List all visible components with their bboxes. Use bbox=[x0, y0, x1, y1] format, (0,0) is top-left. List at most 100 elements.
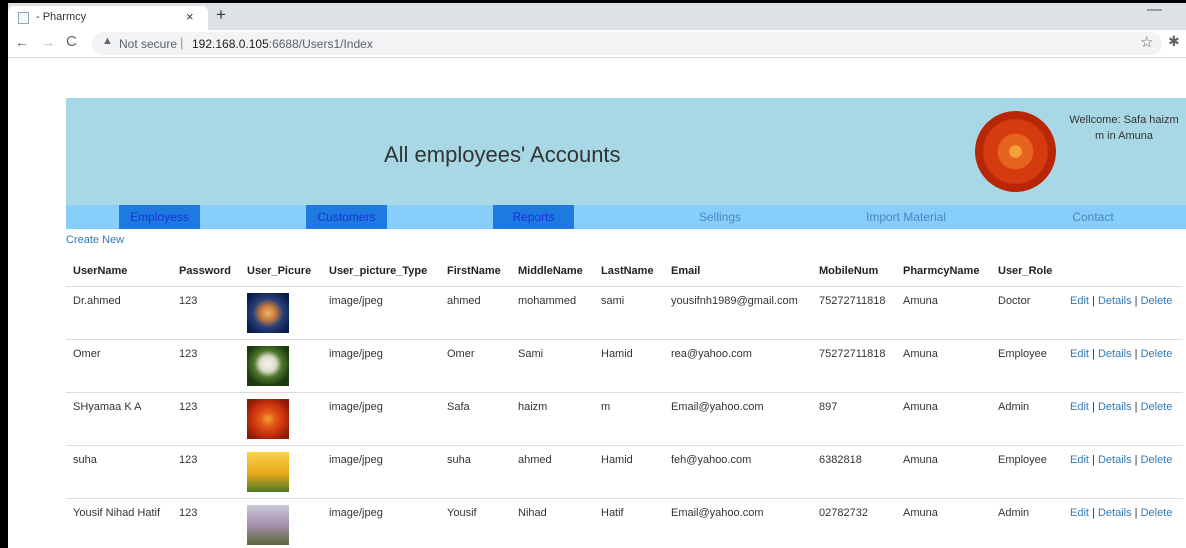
nav-item-reports[interactable]: Reports bbox=[493, 205, 574, 229]
cell-pharmacy: Amuna bbox=[896, 338, 991, 392]
column-header-actions bbox=[1063, 258, 1183, 287]
tab-close-icon[interactable]: × bbox=[186, 9, 194, 24]
edit-link[interactable]: Edit bbox=[1070, 454, 1089, 466]
nav-item-customers[interactable]: Customers bbox=[306, 205, 387, 229]
table-row: Yousif Nihad Hatif 123 image/jpeg Yousif Nih… bbox=[66, 497, 1183, 548]
action-separator: | bbox=[1134, 453, 1138, 466]
user-picture-blossom-tree bbox=[247, 504, 289, 545]
browser-tab-strip: - Pharmcy × + — bbox=[8, 1, 1186, 30]
cell-pharmacy: Amuna bbox=[896, 285, 991, 339]
cell-actions: Edit | Details | Delete bbox=[1063, 285, 1183, 339]
users-table: UserName Password User_Picure User_picture_… bbox=[66, 258, 1183, 548]
action-separator: | bbox=[1134, 347, 1138, 360]
cell-email: feh@yahoo.com bbox=[664, 444, 812, 498]
page-favicon-icon bbox=[18, 12, 29, 24]
cell-picture-type: image/jpeg bbox=[322, 497, 440, 548]
cell-username: Omer bbox=[66, 338, 172, 392]
delete-link[interactable]: Delete bbox=[1141, 454, 1173, 466]
security-label[interactable]: Not secure bbox=[119, 37, 177, 51]
nav-item-import-material[interactable]: Import Material bbox=[846, 205, 966, 229]
cell-last-name: sami bbox=[594, 285, 664, 339]
details-link[interactable]: Details bbox=[1098, 507, 1132, 519]
user-picture-red-chrysanthemum bbox=[247, 398, 289, 439]
cell-picture-type: image/jpeg bbox=[322, 338, 440, 392]
details-link[interactable]: Details bbox=[1098, 348, 1132, 360]
nav-item-employees[interactable]: Employess bbox=[119, 205, 200, 229]
back-icon[interactable]: ← bbox=[15, 34, 29, 50]
minimize-icon[interactable]: — bbox=[1147, 1, 1162, 18]
cell-user-picture bbox=[240, 338, 322, 392]
cell-password: 123 bbox=[172, 285, 240, 339]
column-header-pharmacy: PharmcyName bbox=[896, 258, 991, 287]
cell-email: Email@yahoo.com bbox=[664, 497, 812, 548]
action-separator: | bbox=[1092, 453, 1095, 466]
cell-role: Doctor bbox=[991, 285, 1063, 339]
cell-pharmacy: Amuna bbox=[896, 391, 991, 445]
cell-user-picture bbox=[240, 497, 322, 548]
cell-user-picture bbox=[240, 285, 322, 339]
cell-last-name: m bbox=[594, 391, 664, 445]
cell-actions: Edit | Details | Delete bbox=[1063, 391, 1183, 445]
action-separator: | bbox=[1092, 506, 1095, 519]
cell-role: Employee bbox=[991, 338, 1063, 392]
forward-icon[interactable]: → bbox=[41, 34, 55, 50]
cell-last-name: Hatif bbox=[594, 497, 664, 548]
cell-mobile: 75272711818 bbox=[812, 285, 896, 339]
column-header-first-name: FirstName bbox=[440, 258, 511, 287]
delete-link[interactable]: Delete bbox=[1141, 507, 1173, 519]
page-header: All employees' Accounts Wellcome: Safa h… bbox=[66, 98, 1186, 205]
url-text[interactable]: 192.168.0.105:6688/Users1/Index bbox=[192, 37, 373, 51]
edit-link[interactable]: Edit bbox=[1070, 401, 1089, 413]
page-title: All employees' Accounts bbox=[384, 142, 621, 167]
delete-link[interactable]: Delete bbox=[1141, 401, 1173, 413]
cell-user-picture bbox=[240, 391, 322, 445]
cell-actions: Edit | Details | Delete bbox=[1063, 444, 1183, 498]
details-link[interactable]: Details bbox=[1098, 401, 1132, 413]
browser-toolbar: ← → C ▲ Not secure | 192.168.0.105:6688/… bbox=[8, 30, 1186, 58]
create-new-link[interactable]: Create New bbox=[66, 234, 124, 246]
column-header-user-picture: User_Picure bbox=[240, 258, 322, 287]
user-picture-tulips bbox=[247, 451, 289, 492]
cell-first-name: Omer bbox=[440, 338, 511, 392]
warning-icon[interactable]: ▲ bbox=[102, 35, 113, 47]
cell-last-name: Hamid bbox=[594, 338, 664, 392]
cell-pharmacy: Amuna bbox=[896, 444, 991, 498]
cell-pharmacy: Amuna bbox=[896, 497, 991, 548]
cell-middle-name: Nihad bbox=[511, 497, 594, 548]
cell-email: Email@yahoo.com bbox=[664, 391, 812, 445]
delete-link[interactable]: Delete bbox=[1141, 348, 1173, 360]
cell-middle-name: mohammed bbox=[511, 285, 594, 339]
cell-actions: Edit | Details | Delete bbox=[1063, 497, 1183, 548]
new-tab-icon[interactable]: + bbox=[216, 5, 226, 25]
cell-middle-name: ahmed bbox=[511, 444, 594, 498]
cell-username: SHyamaa K A bbox=[66, 391, 172, 445]
extensions-icon[interactable]: ✱ bbox=[1168, 33, 1180, 50]
action-separator: | bbox=[1092, 347, 1095, 360]
table-row: Omer 123 image/jpeg Omer Sami Hamid rea@yahoo.… bbox=[66, 338, 1183, 392]
address-bar[interactable]: ▲ Not secure | 192.168.0.105:6688/Users1… bbox=[92, 32, 1162, 55]
edit-link[interactable]: Edit bbox=[1070, 295, 1089, 307]
cell-mobile: 75272711818 bbox=[812, 338, 896, 392]
nav-item-sellings[interactable]: Sellings bbox=[660, 205, 780, 229]
column-header-mobile: MobileNum bbox=[812, 258, 896, 287]
cell-mobile: 02782732 bbox=[812, 497, 896, 548]
edit-link[interactable]: Edit bbox=[1070, 507, 1089, 519]
browser-tab[interactable]: - Pharmcy × bbox=[8, 6, 208, 30]
delete-link[interactable]: Delete bbox=[1141, 295, 1173, 307]
cell-picture-type: image/jpeg bbox=[322, 285, 440, 339]
cell-password: 123 bbox=[172, 497, 240, 548]
window-frame-left bbox=[0, 0, 8, 548]
nav-item-contact[interactable]: Contact bbox=[1033, 205, 1153, 229]
url-host: 192.168.0.105 bbox=[192, 37, 269, 51]
details-link[interactable]: Details bbox=[1098, 295, 1132, 307]
cell-role: Employee bbox=[991, 444, 1063, 498]
reload-icon[interactable]: C bbox=[66, 33, 77, 50]
cell-mobile: 897 bbox=[812, 391, 896, 445]
cell-email: rea@yahoo.com bbox=[664, 338, 812, 392]
cell-password: 123 bbox=[172, 338, 240, 392]
cell-middle-name: haizm bbox=[511, 391, 594, 445]
bookmark-star-icon[interactable]: ☆ bbox=[1140, 33, 1153, 51]
details-link[interactable]: Details bbox=[1098, 454, 1132, 466]
table-body: Dr.ahmed 123 image/jpeg ahmed mohammed sami yo… bbox=[66, 285, 1183, 548]
edit-link[interactable]: Edit bbox=[1070, 348, 1089, 360]
